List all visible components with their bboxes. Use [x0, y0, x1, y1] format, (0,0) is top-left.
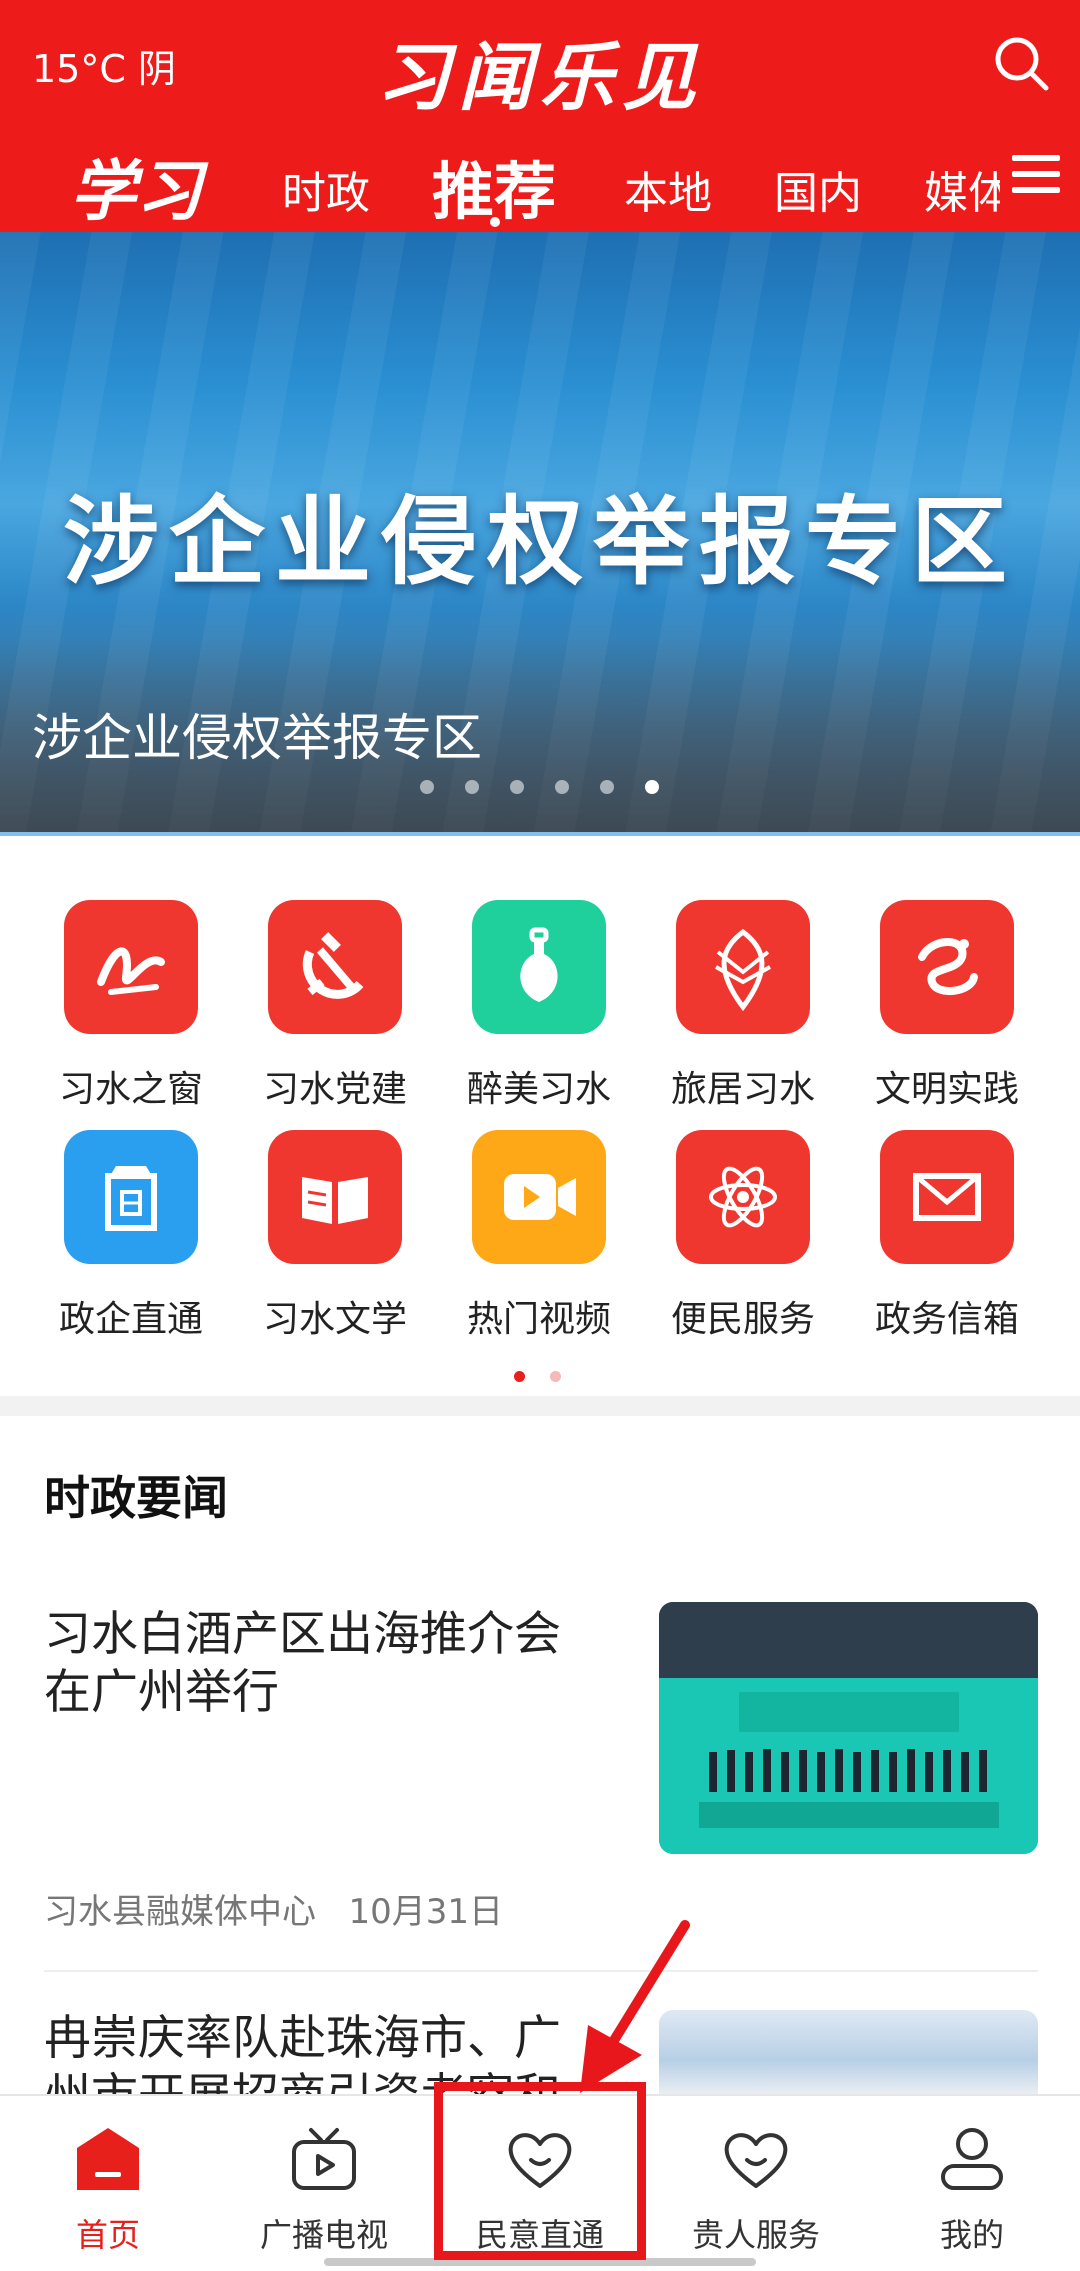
app-header: 15°C 阴 习闻乐见 学习 时政 推荐 本地 国内 媒体 — [0, 0, 1080, 232]
mail-icon — [880, 1130, 1014, 1264]
quick-link-label: 习水党建 — [262, 1069, 407, 1110]
search-icon[interactable] — [992, 34, 1052, 94]
home-icon — [73, 2124, 143, 2194]
nav-label: 我的 — [939, 2216, 1004, 2254]
quick-link-label: 习水之窗 — [58, 1069, 203, 1110]
quick-link-literature[interactable]: 习水文学 — [233, 1130, 437, 1340]
video-camera-icon — [472, 1130, 606, 1264]
nav-label: 首页 — [75, 2216, 140, 2254]
news-item-date: 10月31日 — [348, 1892, 503, 1932]
quick-link-label: 热门视频 — [466, 1299, 611, 1340]
quick-link-label: 政务信箱 — [874, 1299, 1019, 1340]
xishui-window-icon — [64, 900, 198, 1034]
quick-link-travel[interactable]: 旅居习水 — [641, 900, 845, 1110]
book-icon — [268, 1130, 402, 1264]
quick-links-grid: 习水之窗 习水党建 醉美习水 旅居习水 文明实践 政企直通 习水文学 热门视频 … — [0, 836, 1080, 1396]
quick-link-label: 习水文学 — [262, 1299, 407, 1340]
civilization-icon — [880, 900, 1014, 1034]
channel-tabs: 时政 推荐 本地 国内 媒体 — [260, 135, 1000, 225]
carousel-dot[interactable] — [510, 780, 524, 794]
quick-link-wine[interactable]: 醉美习水 — [437, 900, 641, 1110]
tab-recommend[interactable]: 推荐 — [432, 141, 556, 225]
quick-link-label: 旅居习水 — [670, 1069, 815, 1110]
hammer-sickle-icon — [268, 900, 402, 1034]
tv-icon — [289, 2124, 359, 2194]
wine-bottle-icon — [472, 900, 606, 1034]
news-divider — [44, 1970, 1038, 1972]
quick-link-convenience[interactable]: 便民服务 — [641, 1130, 845, 1340]
fish-emblem-icon — [676, 900, 810, 1034]
tab-media[interactable]: 媒体 — [924, 157, 1000, 221]
banner-caption: 涉企业侵权举报专区 — [32, 709, 482, 767]
nav-home[interactable]: 首页 — [0, 2096, 216, 2271]
news-item-source: 习水县融媒体中心 — [44, 1892, 316, 1932]
section-separator — [0, 1396, 1080, 1416]
carousel-dot[interactable] — [420, 780, 434, 794]
quick-link-label: 便民服务 — [670, 1299, 815, 1340]
quick-link-label: 醉美习水 — [466, 1069, 611, 1110]
tab-local[interactable]: 本地 — [624, 157, 712, 221]
atom-icon — [676, 1130, 810, 1264]
quick-link-civilization[interactable]: 文明实践 — [845, 900, 1049, 1110]
nav-label: 广播电视 — [259, 2216, 388, 2254]
quick-link-party-building[interactable]: 习水党建 — [233, 900, 437, 1110]
nav-mine[interactable]: 我的 — [864, 2096, 1080, 2271]
carousel-dot-active[interactable] — [645, 780, 659, 794]
grid-page-dot[interactable] — [550, 1371, 561, 1382]
grid-page-dot-active[interactable] — [514, 1371, 525, 1382]
carousel-dot[interactable] — [555, 780, 569, 794]
carousel-dot[interactable] — [465, 780, 479, 794]
app-screen: 15°C 阴 习闻乐见 学习 时政 推荐 本地 国内 媒体 涉企业侵权举报专区 … — [0, 0, 1080, 2271]
annotation-arrow — [580, 1920, 690, 2093]
quick-link-label: 文明实践 — [874, 1069, 1019, 1110]
menu-icon[interactable] — [1012, 155, 1060, 201]
nav-label: 贵人服务 — [691, 2216, 820, 2254]
user-icon — [937, 2124, 1007, 2194]
news-item-thumbnail[interactable] — [659, 2010, 1038, 2094]
brand-logo: 习闻乐见 — [376, 35, 704, 121]
hero-banner[interactable]: 涉企业侵权举报专区 涉企业侵权举报专区 — [0, 232, 1080, 836]
quick-link-label: 政企直通 — [58, 1299, 203, 1340]
news-section-title: 时政要闻 — [44, 1471, 228, 1525]
news-item-title[interactable]: 习水白酒产区出海推介会在广州举行 — [44, 1606, 604, 1722]
heart-icon — [721, 2124, 791, 2194]
nav-vip-service[interactable]: 贵人服务 — [648, 2096, 864, 2271]
news-item-meta: 习水县融媒体中心 10月31日 — [44, 1884, 503, 1933]
tab-shizheng[interactable]: 时政 — [282, 157, 370, 221]
xuexi-logo[interactable]: 学习 — [70, 138, 202, 234]
quick-link-mailbox[interactable]: 政务信箱 — [845, 1130, 1049, 1340]
quick-link-video[interactable]: 热门视频 — [437, 1130, 641, 1340]
tab-domestic[interactable]: 国内 — [774, 157, 862, 221]
quick-link-gov-enterprise[interactable]: 政企直通 — [29, 1130, 233, 1340]
news-item-thumbnail[interactable] — [659, 1602, 1038, 1854]
building-icon — [64, 1130, 198, 1264]
nav-tv[interactable]: 广播电视 — [216, 2096, 432, 2271]
active-tab-indicator — [490, 217, 500, 227]
annotation-highlight-box — [434, 2082, 646, 2260]
banner-headline: 涉企业侵权举报专区 — [63, 486, 1017, 598]
carousel-dot[interactable] — [600, 780, 614, 794]
quick-link-xishui-window[interactable]: 习水之窗 — [29, 900, 233, 1110]
